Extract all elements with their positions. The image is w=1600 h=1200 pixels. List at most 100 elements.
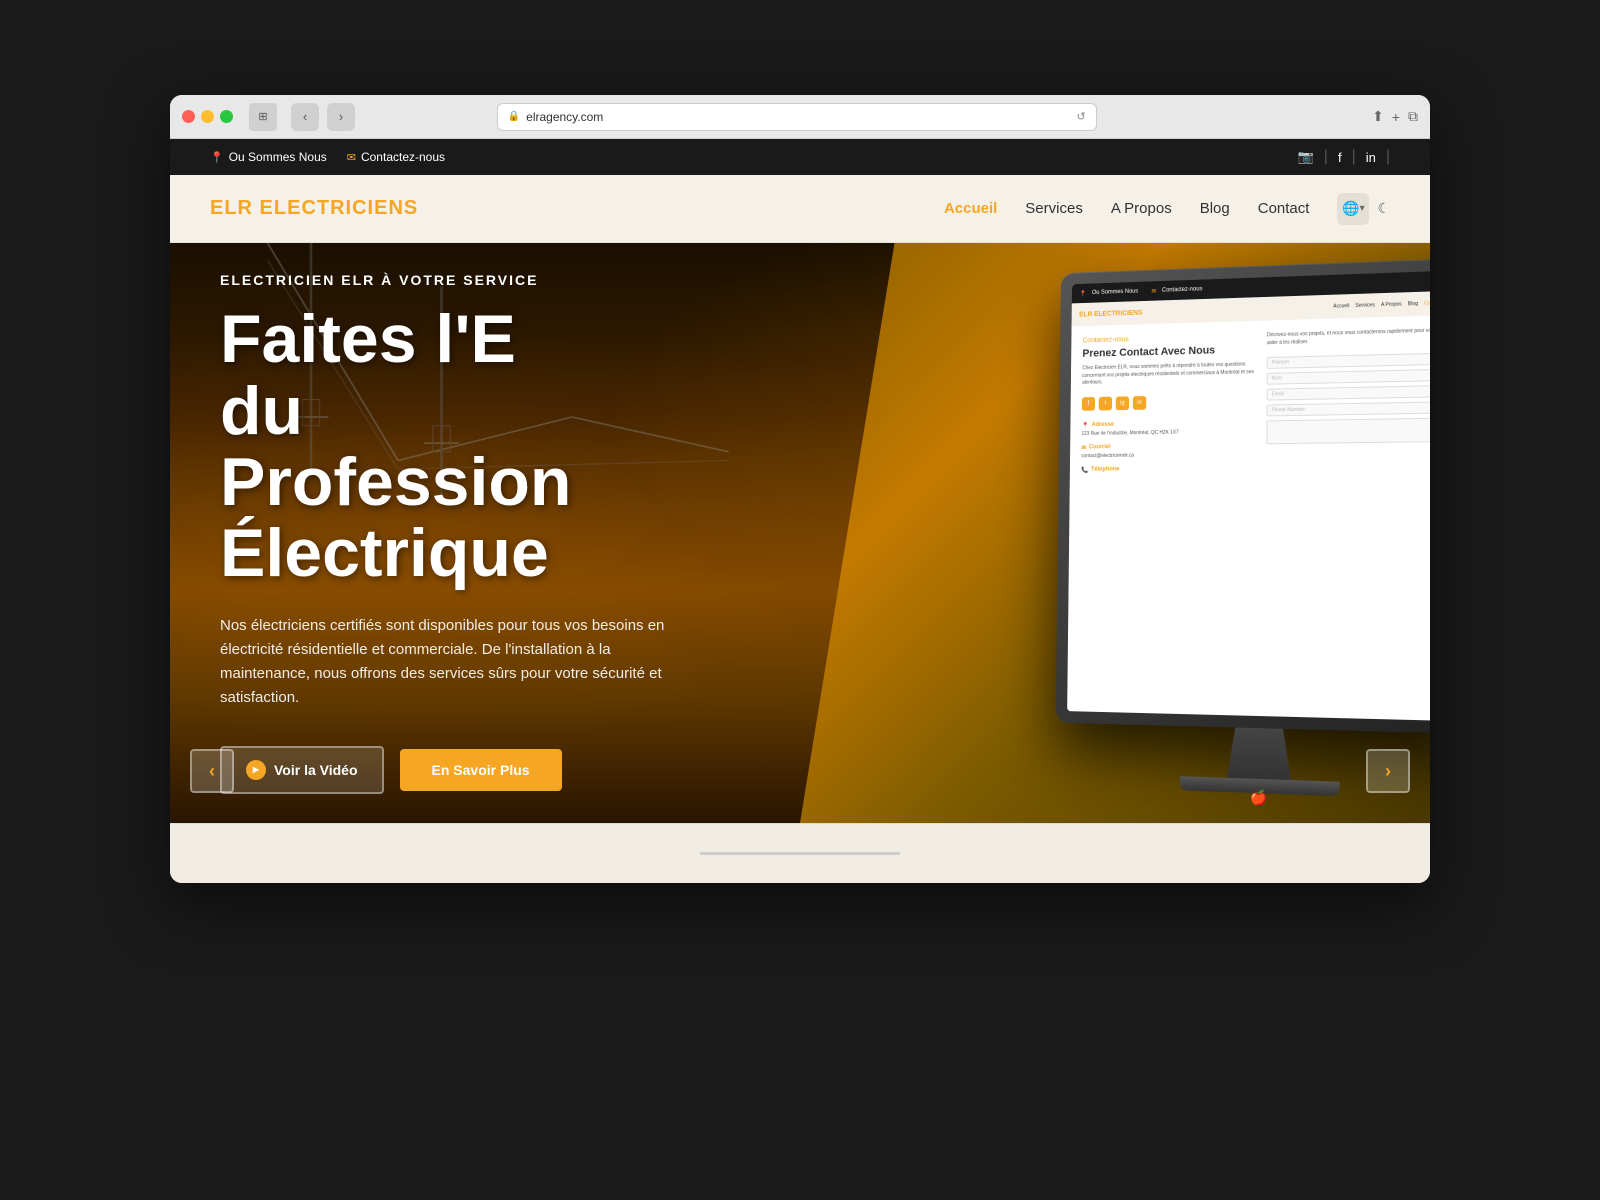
monitor-frame: 📍 Ou Sommes Nous ✉ Contactez-nous ELR EL… xyxy=(1056,258,1430,734)
url-text: elragency.com xyxy=(526,110,603,124)
instagram-icon[interactable]: 📷 xyxy=(1298,149,1314,165)
monitor-mockup: 📍 Ou Sommes Nous ✉ Contactez-nous ELR EL… xyxy=(1055,258,1430,815)
screen-phone-placeholder: Phone Number xyxy=(1271,407,1304,414)
screen-right-desc: Décrivez-nous vos projets, et nous vous … xyxy=(1267,327,1430,347)
website-content: 📍 Ou Sommes Nous ✉ Contactez-nous 📷 | f … xyxy=(170,139,1430,883)
browser-actions: ⬆ + ⧉ xyxy=(1372,108,1418,125)
screen-phone-field: Phone Number xyxy=(1266,401,1430,416)
nav-apropos[interactable]: A Propos xyxy=(1111,200,1172,217)
screen-topbar-text2: ✉ xyxy=(1151,288,1156,295)
screen-tw-icon: t xyxy=(1099,396,1112,410)
screen-pin-icon: 📍 xyxy=(1082,422,1089,429)
nav-services[interactable]: Services xyxy=(1025,200,1083,217)
screen-contact-title: Prenez Contact Avec Nous xyxy=(1082,344,1255,360)
screen-email-placeholder: Email xyxy=(1272,391,1284,397)
monitor-screen: 📍 Ou Sommes Nous ✉ Contactez-nous ELR EL… xyxy=(1067,270,1430,721)
screen-email-label: ✉ Courriel xyxy=(1081,442,1254,451)
hero-title-line1: Faites l'E xyxy=(220,301,516,377)
screen-address-label: 📍 Adresse xyxy=(1082,419,1255,429)
screen-social-icons: f t ig in xyxy=(1082,393,1255,410)
nav-links: Accueil Services A Propos Blog Contact 🌐… xyxy=(944,193,1390,225)
facebook-icon[interactable]: f xyxy=(1338,150,1342,165)
linkedin-icon[interactable]: in xyxy=(1366,150,1376,165)
sidebar-toggle-icon[interactable]: ⊞ xyxy=(249,103,277,131)
screen-ig-icon: ig xyxy=(1116,396,1129,410)
hero-title-line2: du xyxy=(220,373,303,449)
screen-nav-contact: Contact xyxy=(1424,300,1430,307)
lock-icon: 🔒 xyxy=(508,111,520,122)
browser-window: ⊞ ‹ › 🔒 elragency.com ↺ ⬆ + ⧉ 📍 Ou xyxy=(170,95,1430,883)
close-button[interactable] xyxy=(182,110,195,123)
screen-nom-placeholder: Nom xyxy=(1272,375,1282,381)
location-label: Ou Sommes Nous xyxy=(229,150,327,164)
share-button[interactable]: ⬆ xyxy=(1372,108,1384,125)
bottom-line xyxy=(700,852,900,855)
screen-li-icon: in xyxy=(1133,396,1146,410)
divider1: | xyxy=(1324,148,1328,166)
top-bar: 📍 Ou Sommes Nous ✉ Contactez-nous 📷 | f … xyxy=(170,139,1430,175)
hero-buttons: ▶ Voir la Vidéo En Savoir Plus xyxy=(220,746,823,794)
screen-contact-desc: Chez Électricien ELR, nous sommes prêts … xyxy=(1082,361,1255,387)
divider3: | xyxy=(1386,148,1390,166)
site-logo[interactable]: ELR ELECTRICIENS xyxy=(210,197,418,220)
nav-accueil[interactable]: Accueil xyxy=(944,200,997,217)
hero-subtitle: ELECTRICIEN ELR À VOTRE SERVICE xyxy=(220,272,823,288)
nav-blog[interactable]: Blog xyxy=(1200,200,1230,217)
screen-email-field: Email xyxy=(1267,385,1430,401)
hero-title: Faites l'E du Profession Électrique xyxy=(220,304,823,590)
screen-nom-field: Nom xyxy=(1267,369,1430,385)
nav-icons: 🌐 ▾ ☾ xyxy=(1337,193,1390,225)
screen-details-field xyxy=(1266,418,1430,445)
primary-button[interactable]: En Savoir Plus xyxy=(400,749,562,791)
screen-phone-block: 📞 Téléphone xyxy=(1081,465,1254,473)
contact-item[interactable]: ✉ Contactez-nous xyxy=(347,150,445,164)
traffic-lights xyxy=(182,110,233,123)
screen-nav-accueil: Accueil xyxy=(1333,303,1349,309)
screen-contact-topbar: Contactez-nous xyxy=(1162,286,1202,293)
screen-main-content: Contactez-nous Prenez Contact Avec Nous … xyxy=(1067,315,1430,722)
video-button[interactable]: ▶ Voir la Vidéo xyxy=(220,746,384,794)
location-icon: 📍 xyxy=(210,151,224,164)
theme-toggle[interactable]: ☾ xyxy=(1377,200,1390,217)
browser-titlebar: ⊞ ‹ › 🔒 elragency.com ↺ ⬆ + ⧉ xyxy=(170,95,1430,139)
minimize-button[interactable] xyxy=(201,110,214,123)
screen-fb-icon: f xyxy=(1082,397,1095,411)
screen-contact-link: Contactez-nous xyxy=(1083,333,1256,345)
screen-address-val: 123 Rue de l'industrie, Montréal, QC H2K… xyxy=(1082,428,1255,436)
screen-nav-blog: Blog xyxy=(1408,301,1418,307)
screen-left-panel: Contactez-nous Prenez Contact Avec Nous … xyxy=(1079,333,1256,708)
reload-button[interactable]: ↺ xyxy=(1076,110,1085,123)
screen-email-icon: ✉ xyxy=(1081,444,1086,451)
url-bar[interactable]: 🔒 elragency.com ↺ xyxy=(497,103,1097,131)
screen-email-block: ✉ Courriel contact@electricienelr.ca xyxy=(1081,442,1254,459)
screen-email-val: contact@electricienelr.ca xyxy=(1081,451,1254,459)
screen-topbar-text1: 📍 xyxy=(1079,290,1086,297)
screen-prenom-field: Prénom xyxy=(1267,353,1430,369)
screen-logo: ELR ELECTRICIENS xyxy=(1079,309,1142,318)
location-item[interactable]: 📍 Ou Sommes Nous xyxy=(210,150,327,164)
hero-title-line3: Profession xyxy=(220,444,571,520)
tabs-button[interactable]: ⧉ xyxy=(1408,108,1418,125)
hero-title-line4: Électrique xyxy=(220,515,549,591)
language-button[interactable]: 🌐 ▾ xyxy=(1337,193,1369,225)
maximize-button[interactable] xyxy=(220,110,233,123)
play-icon: ▶ xyxy=(246,760,266,780)
nav-contact[interactable]: Contact xyxy=(1258,200,1310,217)
email-icon: ✉ xyxy=(347,151,356,164)
prev-arrow[interactable]: ‹ xyxy=(190,749,234,793)
hero-section: ELECTRICIEN ELR À VOTRE SERVICE Faites l… xyxy=(170,243,1430,823)
new-tab-button[interactable]: + xyxy=(1392,109,1400,125)
screen-prenom-placeholder: Prénom xyxy=(1272,359,1289,365)
forward-button[interactable]: › xyxy=(327,103,355,131)
screen-phone-icon: 📞 xyxy=(1081,466,1088,473)
screen-nav-links: Accueil Services A Propos Blog Contact ⚙ xyxy=(1333,300,1430,310)
main-nav: ELR ELECTRICIENS Accueil Services A Prop… xyxy=(170,175,1430,243)
screen-address-block: 📍 Adresse 123 Rue de l'industrie, Montré… xyxy=(1082,419,1255,436)
screen-phone-label: 📞 Téléphone xyxy=(1081,465,1254,473)
divider2: | xyxy=(1352,148,1356,166)
monitor-stand xyxy=(1219,727,1299,780)
bottom-teaser xyxy=(170,823,1430,883)
back-button[interactable]: ‹ xyxy=(291,103,319,131)
top-bar-social: 📷 | f | in | xyxy=(1298,148,1390,166)
next-arrow[interactable]: › xyxy=(1366,749,1410,793)
